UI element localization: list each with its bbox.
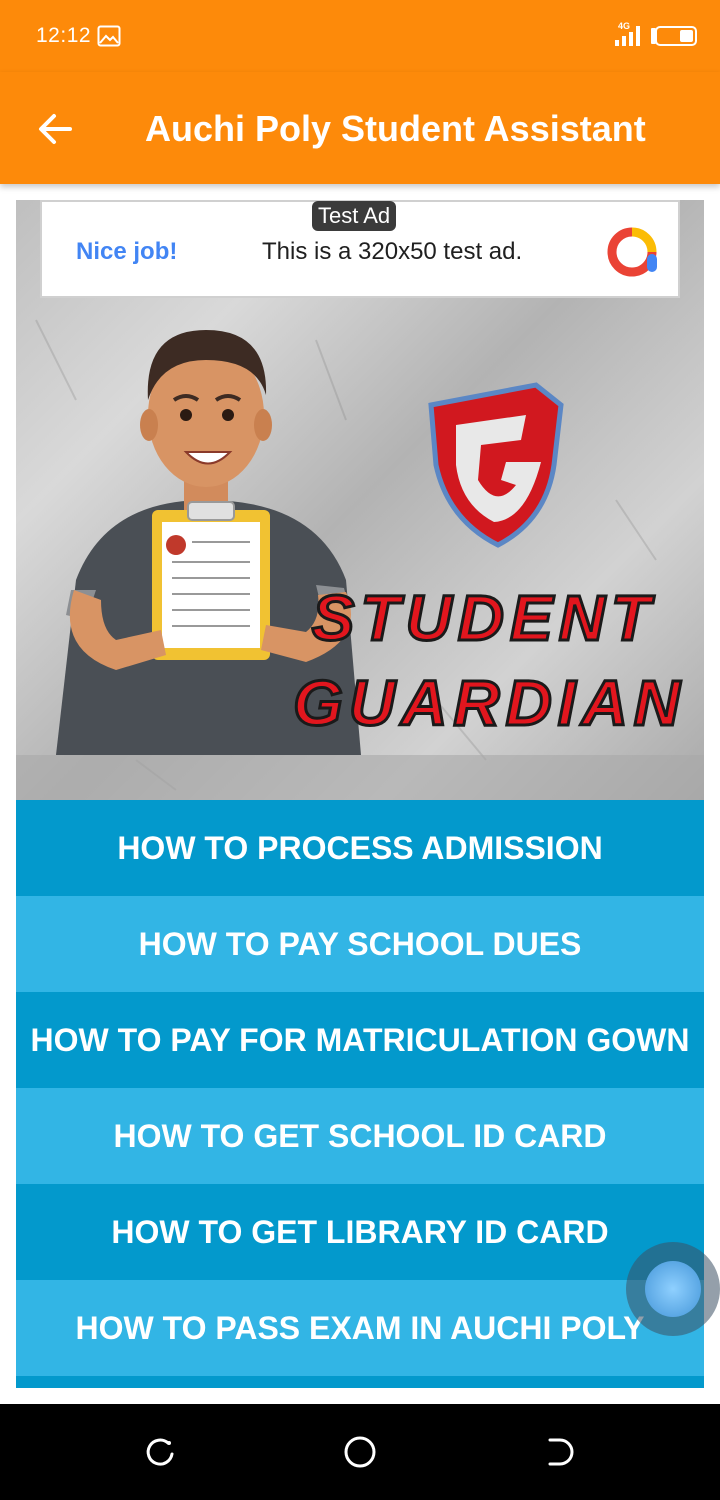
menu-item-matriculation-gown[interactable]: HOW TO PAY FOR MATRICULATION GOWN — [16, 992, 704, 1088]
app-title: Auchi Poly Student Assistant — [145, 108, 646, 149]
menu-list-end — [16, 1376, 704, 1388]
menu-item-library-id-card[interactable]: HOW TO GET LIBRARY ID CARD — [16, 1184, 704, 1280]
signal-icon: 4G — [615, 21, 640, 46]
banner-line2: GUARDIAN — [293, 667, 686, 739]
menu-item-pay-school-dues[interactable]: HOW TO PAY SCHOOL DUES — [16, 896, 704, 992]
menu-list: HOW TO PROCESS ADMISSION HOW TO PAY SCHO… — [16, 800, 704, 1388]
status-bar: 12:12 4G — [0, 0, 720, 72]
home-icon[interactable] — [342, 1434, 378, 1470]
back-icon[interactable] — [542, 1434, 578, 1470]
status-time: 12:12 — [36, 24, 92, 47]
battery-icon — [651, 26, 697, 46]
arrow-left-icon[interactable] — [30, 104, 80, 154]
recent-apps-icon[interactable] — [142, 1434, 178, 1470]
ad-headline[interactable]: Nice job! — [76, 238, 177, 266]
banner-line1: STUDENT — [312, 582, 656, 654]
navigation-bar — [0, 1404, 720, 1500]
menu-item-school-id-card[interactable]: HOW TO GET SCHOOL ID CARD — [16, 1088, 704, 1184]
test-ad-tag: Test Ad — [312, 201, 397, 231]
ad-logo-icon[interactable] — [606, 226, 658, 278]
app-bar: Auchi Poly Student Assistant — [0, 72, 720, 184]
assistive-touch-icon — [645, 1261, 701, 1317]
gallery-icon — [97, 25, 121, 47]
svg-text:4G: 4G — [618, 21, 630, 31]
assistive-touch-button[interactable] — [626, 1242, 720, 1336]
ad-text[interactable]: This is a 320x50 test ad. — [262, 238, 522, 266]
content-area: STUDENT GUARDIAN Nice job! This is a 320… — [16, 200, 704, 1388]
menu-item-process-admission[interactable]: HOW TO PROCESS ADMISSION — [16, 800, 704, 896]
menu-item-pass-exam[interactable]: HOW TO PASS EXAM IN AUCHI POLY — [16, 1280, 704, 1376]
